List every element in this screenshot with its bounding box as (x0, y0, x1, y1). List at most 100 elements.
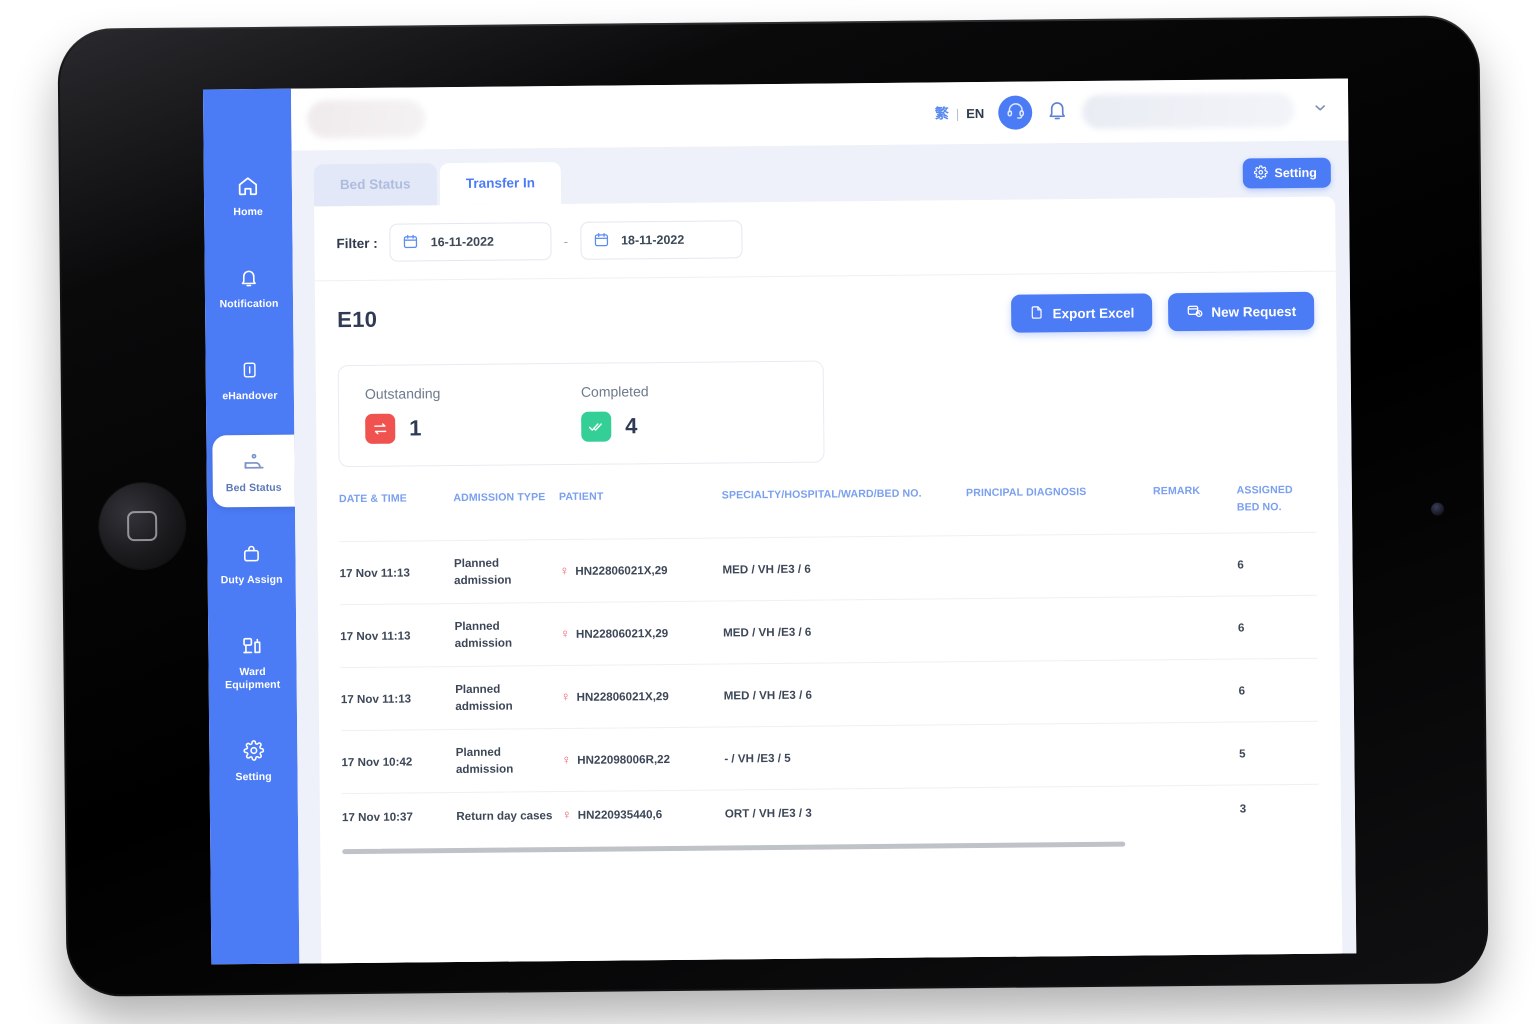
cell-specialty: MED / VH /E3 / 6 (722, 535, 968, 601)
column-header-admission-type[interactable]: ADMISSION TYPE (453, 489, 559, 541)
cell-principal-diagnosis (967, 659, 1156, 725)
sidebar: Home Notification eHandover Bed Status D… (202, 88, 300, 965)
language-switcher[interactable]: 繁 | EN (935, 103, 985, 123)
tablet-screen: Home Notification eHandover Bed Status D… (202, 78, 1357, 965)
table-header: DATE & TIME ADMISSION TYPE PATIENT SPECI… (339, 482, 1316, 542)
cell-patient: ♀ HN22806021X,29 (560, 663, 724, 729)
date-to-input[interactable]: 18-11-2022 (579, 220, 743, 260)
column-header-date-time[interactable]: DATE & TIME (339, 490, 454, 542)
column-header-principal-diagnosis[interactable]: PRINCIPAL DIAGNOSIS (966, 483, 1154, 535)
date-from-value: 16-11-2022 (430, 234, 495, 250)
sidebar-item-ehandover[interactable]: eHandover (205, 343, 294, 416)
home-icon (208, 173, 288, 200)
cell-assigned-bed-no: 5 (1238, 721, 1319, 786)
sidebar-item-setting[interactable]: Setting (209, 724, 298, 797)
topbar: 繁 | EN (290, 78, 1349, 151)
tablet-frame: Home Notification eHandover Bed Status D… (57, 15, 1489, 997)
cell-remark (1153, 533, 1238, 597)
sidebar-item-home[interactable]: Home (204, 159, 293, 232)
cell-date-time: 17 Nov 10:37 (341, 792, 457, 841)
bell-icon (1046, 98, 1068, 127)
filter-label: Filter : (336, 235, 378, 251)
female-icon: ♀ (559, 562, 570, 579)
stat-completed: Completed 4 (581, 382, 798, 442)
cell-principal-diagnosis (967, 596, 1155, 662)
cell-date-time: 17 Nov 11:13 (339, 540, 455, 605)
cell-specialty: MED / VH /E3 / 6 (723, 661, 969, 727)
sidebar-item-label: Home (233, 205, 263, 219)
sidebar-item-bed-status[interactable]: Bed Status (212, 434, 295, 508)
patient-id-label: HN22098006R,22 (577, 753, 671, 767)
column-header-remark[interactable]: REMARK (1153, 483, 1237, 534)
ward-header-row: E10 Export Excel New Request (315, 272, 1337, 344)
gear-icon (213, 738, 293, 765)
setting-button[interactable]: Setting (1242, 157, 1331, 189)
cell-date-time: 17 Nov 11:13 (339, 603, 455, 668)
sidebar-item-label: Bed Status (225, 481, 282, 495)
cell-assigned-bed-no: 6 (1237, 595, 1318, 660)
support-button[interactable] (998, 95, 1033, 130)
cell-assigned-bed-no: 3 (1239, 784, 1320, 832)
cell-admission-type: Return day cases (456, 791, 563, 840)
request-icon (1186, 302, 1203, 321)
date-from-input[interactable]: 16-11-2022 (389, 222, 552, 262)
export-excel-button[interactable]: Export Excel (1011, 293, 1153, 333)
cell-specialty: MED / VH /E3 / 6 (722, 598, 968, 664)
table-body: 17 Nov 11:13 Planned admission ♀ HN22806021… (339, 532, 1320, 841)
female-icon: ♀ (560, 625, 571, 642)
tab-bed-status[interactable]: Bed Status (313, 163, 437, 207)
equipment-icon (212, 633, 292, 660)
gear-icon (1253, 164, 1268, 182)
cell-remark (1154, 596, 1239, 660)
home-button-square-icon (127, 510, 158, 542)
column-header-patient[interactable]: PATIENT (559, 487, 722, 539)
table-row[interactable]: 17 Nov 10:37 Return day cases ♀ HN220935440… (341, 784, 1320, 841)
user-menu-button[interactable] (1312, 99, 1328, 120)
column-header-specialty[interactable]: SPECIALTY/HOSPITAL/WARD/BED NO. (722, 485, 967, 538)
patient-id-label: HN22806021X,29 (575, 627, 669, 641)
export-excel-label: Export Excel (1052, 305, 1135, 321)
notification-button[interactable] (1046, 98, 1068, 127)
date-range-separator: - (563, 233, 569, 249)
cell-assigned-bed-no: 6 (1237, 532, 1317, 597)
table-header-row: DATE & TIME ADMISSION TYPE PATIENT SPECI… (339, 482, 1316, 542)
stat-label: Outstanding (364, 385, 441, 402)
new-request-label: New Request (1211, 303, 1297, 320)
tab-transfer-in[interactable]: Transfer In (439, 162, 562, 206)
cell-principal-diagnosis (968, 722, 1156, 788)
cell-assigned-bed-no: 6 (1238, 658, 1319, 723)
calendar-icon (403, 233, 419, 252)
home-button[interactable] (98, 482, 186, 570)
tab-label: Bed Status (339, 176, 411, 193)
stat-outstanding: Outstanding 1 (365, 384, 582, 444)
column-header-assigned-bed-no[interactable]: ASSIGNED BED NO. (1237, 482, 1317, 533)
table-row[interactable]: 17 Nov 11:13 Planned admission ♀ HN22806021… (340, 658, 1319, 731)
stats-card: Outstanding 1 Completed 4 (337, 360, 825, 468)
stat-value: 4 (625, 413, 638, 439)
stat-label: Completed (580, 383, 649, 400)
sidebar-item-label: eHandover (222, 389, 278, 403)
cell-date-time: 17 Nov 11:13 (340, 666, 456, 731)
user-name-redacted[interactable] (1082, 92, 1295, 130)
patient-id-label: HN22806021X,29 (576, 690, 669, 704)
language-divider: | (955, 105, 960, 121)
table-row[interactable]: 17 Nov 11:13 Planned admission ♀ HN22806021… (339, 532, 1317, 605)
setting-button-label: Setting (1274, 165, 1317, 181)
topbar-right-group: 繁 | EN (935, 92, 1329, 131)
horizontal-scrollbar-thumb[interactable] (342, 841, 1126, 855)
sidebar-item-ward-equipment[interactable]: Ward Equipment (208, 619, 297, 705)
language-en-option[interactable]: EN (966, 105, 984, 120)
bell-icon (209, 265, 289, 292)
cell-admission-type: Planned admission (455, 728, 562, 793)
language-zh-option[interactable]: 繁 (935, 103, 949, 123)
calendar-icon (593, 231, 609, 250)
sidebar-item-notification[interactable]: Notification (205, 251, 294, 324)
bag-icon (211, 541, 291, 568)
cell-specialty: - / VH /E3 / 5 (723, 724, 969, 790)
chevron-down-icon (1312, 99, 1328, 120)
new-request-button[interactable]: New Request (1168, 291, 1315, 332)
table-row[interactable]: 17 Nov 10:42 Planned admission ♀ HN22098006… (341, 721, 1319, 794)
cell-specialty: ORT / VH /E3 / 3 (724, 787, 970, 837)
table-row[interactable]: 17 Nov 11:13 Planned admission ♀ HN22806021… (339, 595, 1318, 668)
sidebar-item-duty-assign[interactable]: Duty Assign (207, 527, 296, 600)
